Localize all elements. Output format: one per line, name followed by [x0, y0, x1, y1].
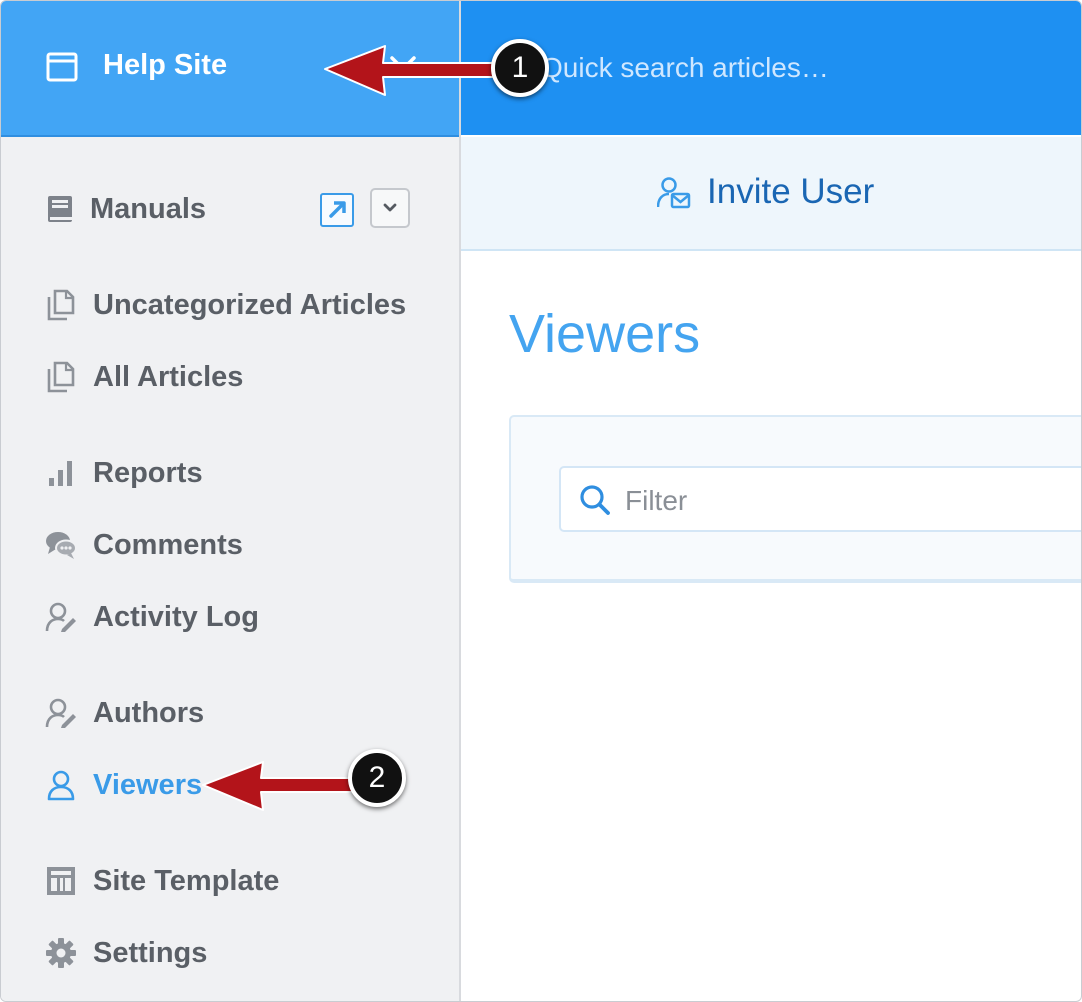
sidebar-item-activity-log[interactable]: Activity Log — [1, 593, 459, 641]
sidebar-item-label: Manuals — [90, 193, 207, 225]
app-window: Help Site Manuals Uncategorized Articles… — [0, 0, 1082, 1002]
window-icon — [46, 52, 78, 82]
action-bar: Invite User — [461, 137, 1081, 251]
book-icon — [48, 196, 72, 222]
user-edit-icon — [45, 602, 76, 632]
gear-icon — [46, 938, 76, 968]
documents-icon — [47, 289, 75, 321]
sidebar-item-label: Activity Log — [93, 601, 259, 633]
sidebar: Help Site Manuals Uncategorized Articles… — [1, 1, 461, 1001]
manuals-dropdown-button[interactable] — [370, 188, 410, 228]
invite-user-label: Invite User — [707, 172, 875, 211]
sidebar-item-label: All Articles — [93, 361, 244, 393]
sidebar-item-label: Site Template — [93, 865, 280, 897]
search-icon — [580, 485, 610, 515]
sidebar-item-comments[interactable]: Comments — [1, 521, 459, 569]
sidebar-item-reports[interactable]: Reports — [1, 449, 459, 497]
filter-panel — [509, 415, 1081, 583]
sidebar-item-site-template[interactable]: Site Template — [1, 857, 459, 905]
site-name: Help Site — [103, 49, 228, 81]
sidebar-item-label: Reports — [93, 457, 203, 489]
chat-bubbles-icon — [46, 532, 77, 559]
user-icon — [47, 770, 75, 801]
chevron-down-icon — [383, 203, 397, 212]
external-link-icon — [329, 201, 346, 218]
sidebar-item-label: Uncategorized Articles — [93, 289, 407, 321]
invite-user-button[interactable]: Invite User — [657, 170, 897, 218]
sidebar-item-label: Comments — [93, 529, 243, 561]
documents-icon — [47, 361, 75, 393]
sidebar-item-settings[interactable]: Settings — [1, 929, 459, 977]
invite-user-icon — [657, 177, 691, 209]
filter-input[interactable] — [623, 480, 1081, 522]
sidebar-item-authors[interactable]: Authors — [1, 689, 459, 737]
user-edit-icon — [45, 698, 76, 728]
bar-chart-icon — [49, 461, 72, 486]
filter-field[interactable] — [559, 466, 1081, 532]
sidebar-item-uncategorized-articles[interactable]: Uncategorized Articles — [1, 281, 459, 329]
sidebar-item-label: Settings — [93, 937, 208, 969]
template-icon — [47, 867, 75, 895]
annotation-callout-2: 2 — [348, 749, 406, 807]
sidebar-item-label: Viewers — [93, 769, 203, 801]
sidebar-item-label: Authors — [93, 697, 205, 729]
page-title: Viewers — [509, 304, 701, 364]
external-link-button[interactable] — [320, 193, 354, 227]
annotation-callout-1: 1 — [491, 39, 549, 97]
sidebar-item-all-articles[interactable]: All Articles — [1, 353, 459, 401]
annotation-arrow-2 — [202, 761, 356, 811]
search-input[interactable] — [541, 45, 1061, 91]
search-bar — [461, 1, 1081, 135]
